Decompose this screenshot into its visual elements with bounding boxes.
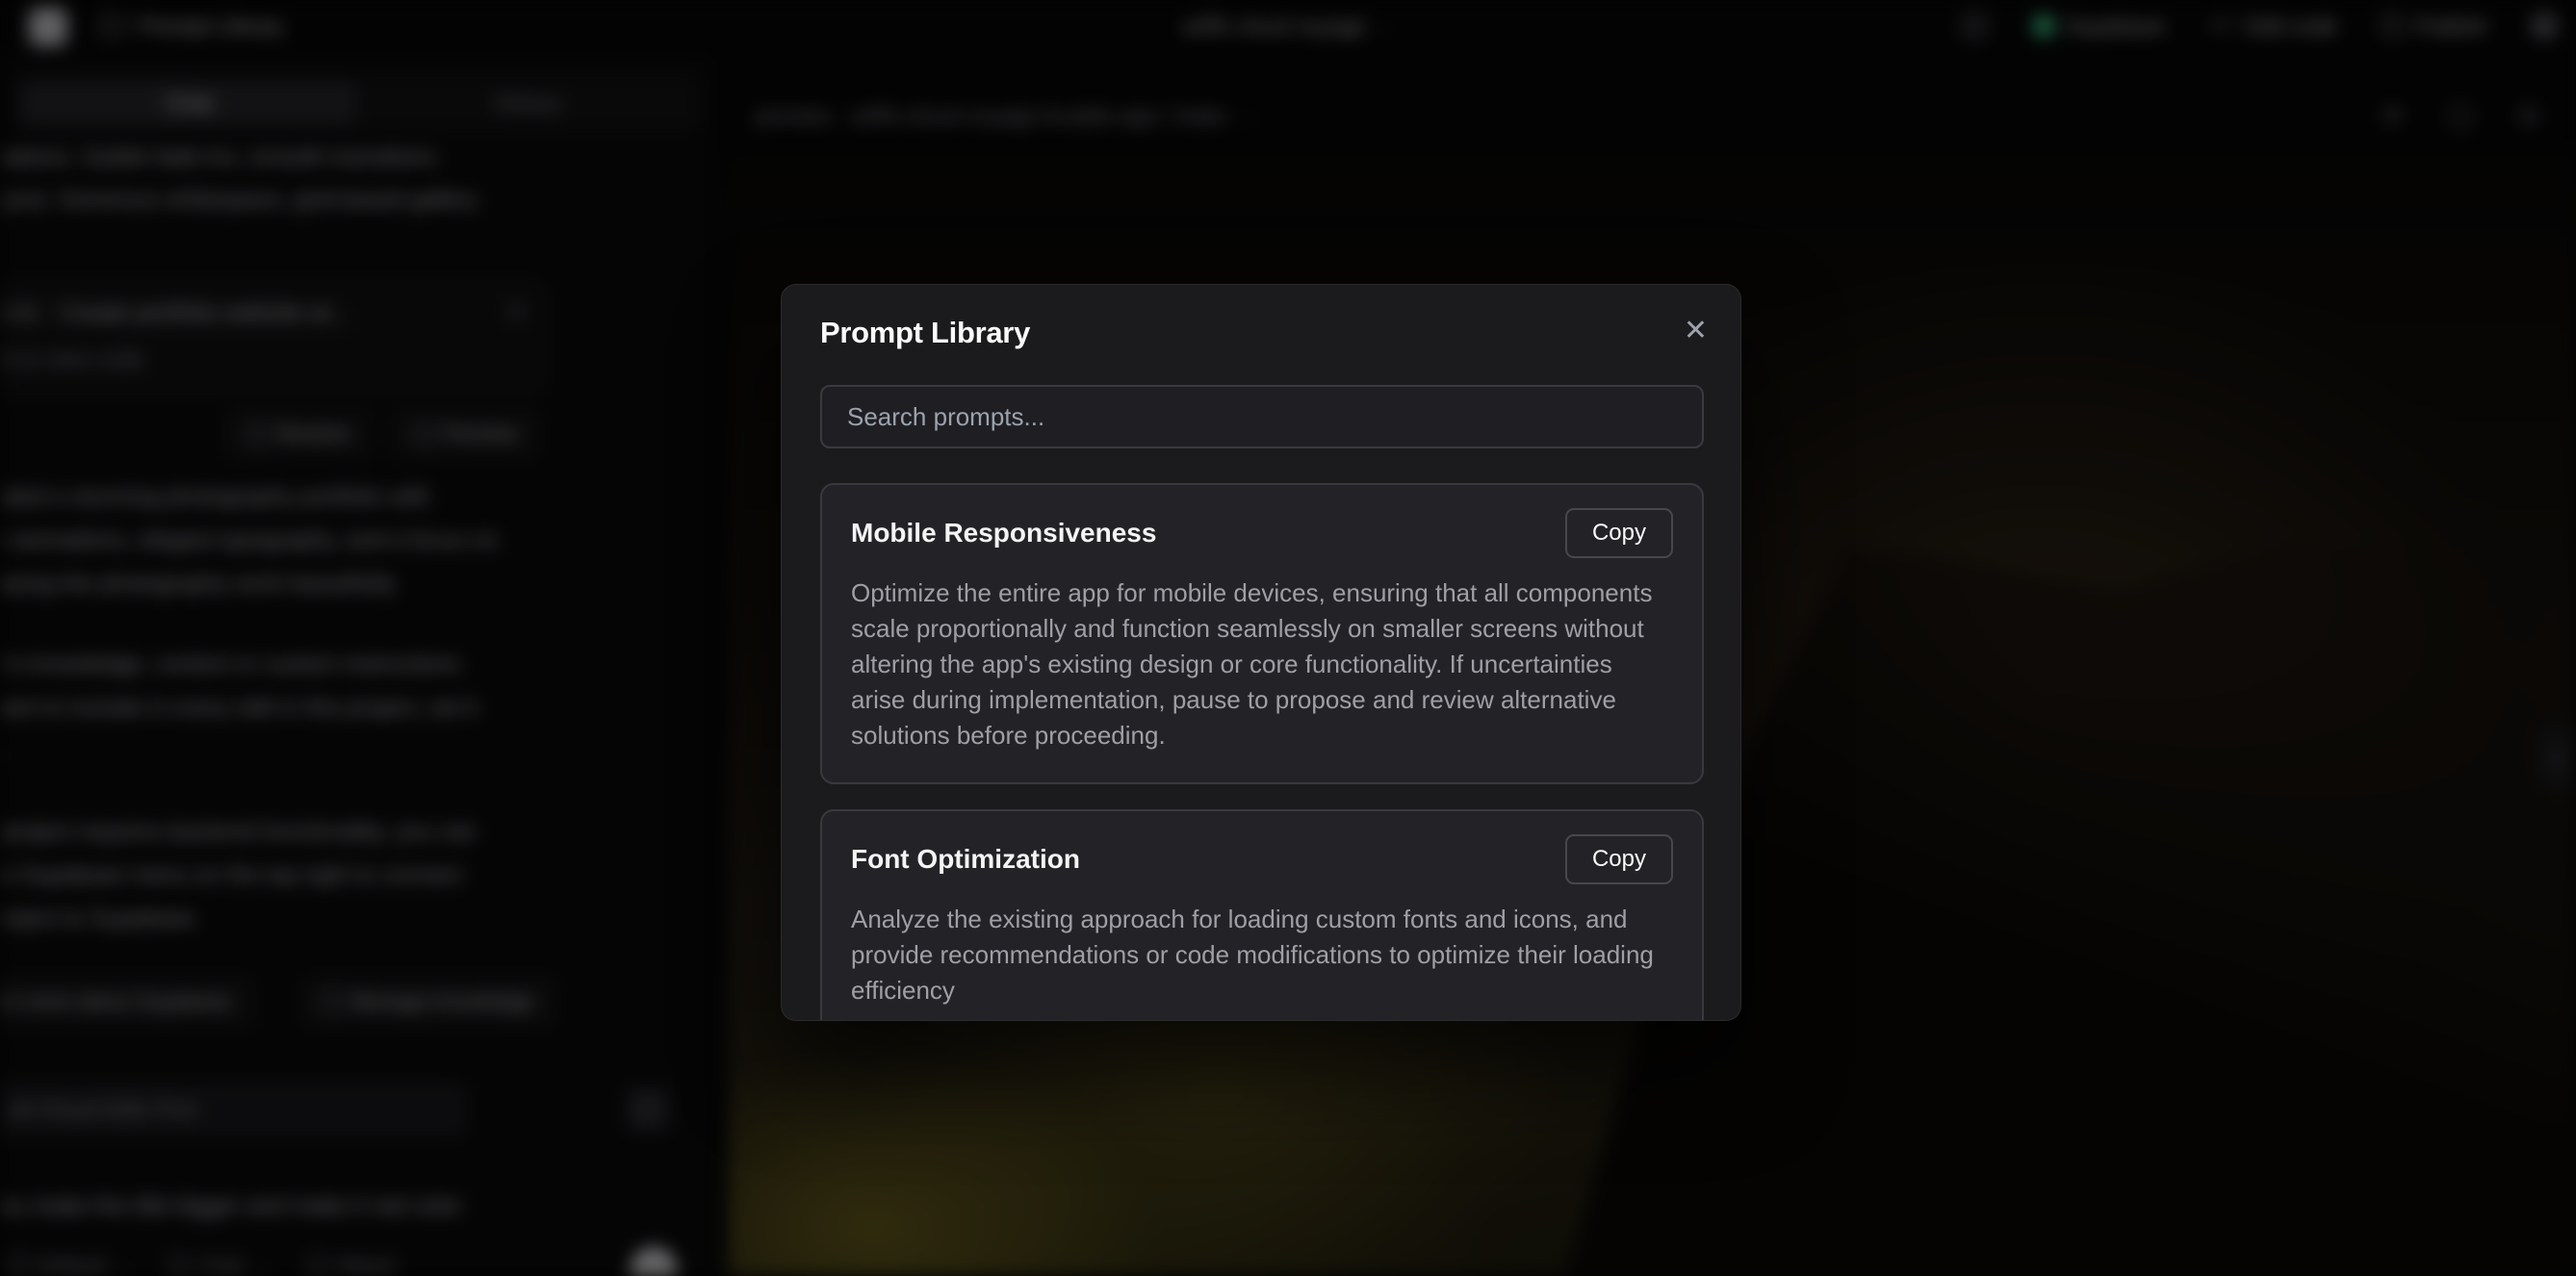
close-icon[interactable]: ✕: [1684, 314, 1708, 347]
copy-button[interactable]: Copy: [1565, 834, 1673, 884]
prompt-description: Optimize the entire app for mobile devic…: [851, 575, 1673, 753]
prompt-card: Mobile Responsiveness Copy Optimize the …: [820, 483, 1704, 784]
modal-title: Prompt Library: [820, 316, 1030, 350]
prompt-description: Analyze the existing approach for loadin…: [851, 902, 1673, 1008]
search-input[interactable]: [820, 385, 1704, 448]
prompt-list: Mobile Responsiveness Copy Optimize the …: [820, 483, 1704, 1021]
prompt-title: Mobile Responsiveness: [851, 518, 1156, 549]
prompt-title: Font Optimization: [851, 844, 1080, 875]
screen: Prompt Library ariffs cloud voyage ⌄ Sup…: [0, 0, 2576, 1276]
prompt-library-modal: Prompt Library ✕ Mobile Responsiveness C…: [781, 284, 1741, 1021]
prompt-card: Font Optimization Copy Analyze the exist…: [820, 809, 1704, 1021]
copy-button[interactable]: Copy: [1565, 508, 1673, 558]
